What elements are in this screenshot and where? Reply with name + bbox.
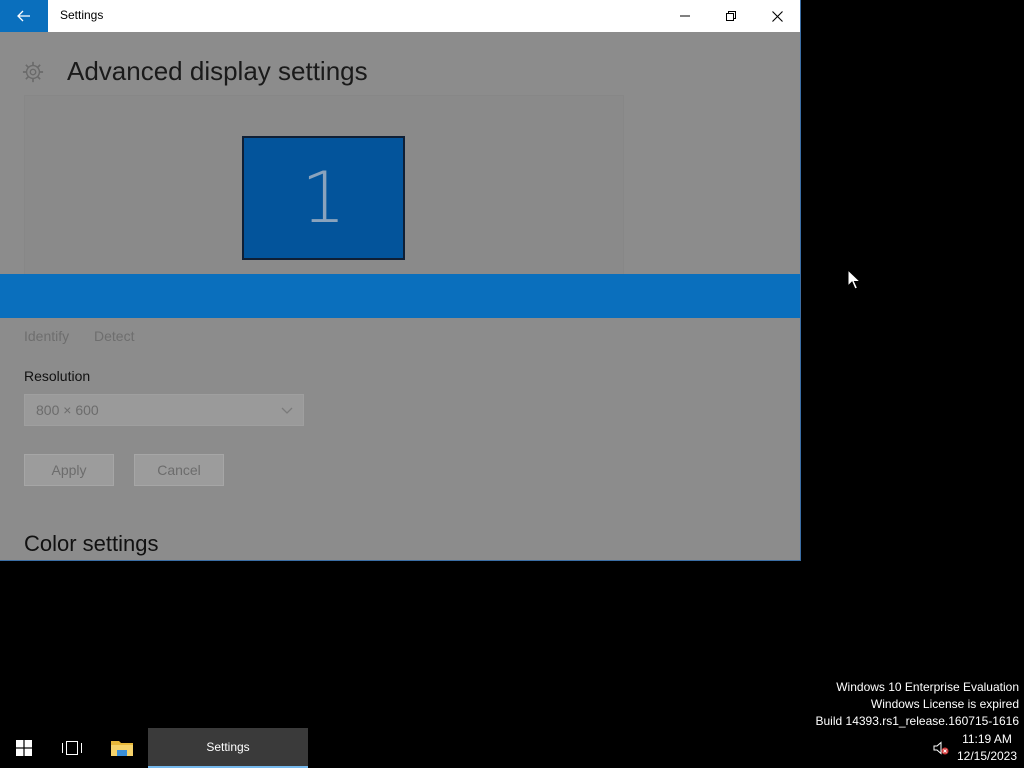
cancel-button[interactable]: Cancel (134, 454, 224, 486)
restore-icon (726, 11, 736, 21)
gear-icon (22, 61, 44, 83)
clock-date: 12/15/2023 (956, 749, 1018, 763)
close-icon (771, 10, 783, 22)
resolution-label: Resolution (24, 368, 91, 384)
clock-time: 11:19 AM (962, 732, 1012, 746)
detect-link[interactable]: Detect (94, 328, 134, 344)
file-explorer-button[interactable] (96, 728, 148, 768)
resolution-dropdown[interactable]: 800 × 600 (24, 394, 304, 426)
task-view-button[interactable] (48, 728, 96, 768)
chevron-down-icon (281, 407, 293, 414)
selection-highlight-bar (0, 274, 800, 318)
resolution-value: 800 × 600 (36, 402, 99, 418)
window-title: Settings (60, 8, 104, 22)
apply-button[interactable]: Apply (24, 454, 114, 486)
settings-content: Advanced display settings 1 Identify Det… (0, 32, 800, 560)
restore-button[interactable] (708, 0, 754, 32)
taskbar-clock[interactable]: 11:19 AM 12/15/2023 (955, 731, 1019, 765)
evaluation-watermark: Windows 10 Enterprise Evaluation Windows… (816, 679, 1020, 730)
close-button[interactable] (754, 0, 800, 32)
taskbar-settings-app[interactable]: Settings (148, 728, 308, 768)
watermark-license: Windows License is expired (870, 697, 1019, 711)
mouse-cursor-icon (847, 269, 861, 290)
title-bar[interactable]: Settings (0, 0, 800, 32)
back-button[interactable] (0, 0, 48, 32)
taskbar: Settings 11:19 AM 12/15/2023 (0, 728, 1024, 768)
watermark-edition: Windows 10 Enterprise Evaluation (836, 680, 1019, 694)
monitor-1-tile[interactable]: 1 (242, 136, 405, 260)
color-settings-heading: Color settings (24, 531, 159, 556)
windows-logo-icon (16, 740, 32, 756)
speaker-muted-icon (933, 741, 949, 755)
page-title: Advanced display settings (67, 56, 368, 86)
start-button[interactable] (0, 728, 48, 768)
folder-icon (111, 741, 133, 756)
display-preview-panel: 1 (24, 95, 624, 275)
arrow-left-icon (17, 10, 30, 22)
show-desktop-button[interactable] (1020, 728, 1024, 768)
minimize-button[interactable] (662, 0, 708, 32)
identify-link[interactable]: Identify (24, 328, 69, 344)
minimize-icon (680, 15, 690, 17)
volume-button[interactable] (928, 728, 954, 768)
settings-window: Settings Advanced display settings 1 Ide… (0, 0, 801, 561)
task-view-icon (62, 741, 82, 755)
